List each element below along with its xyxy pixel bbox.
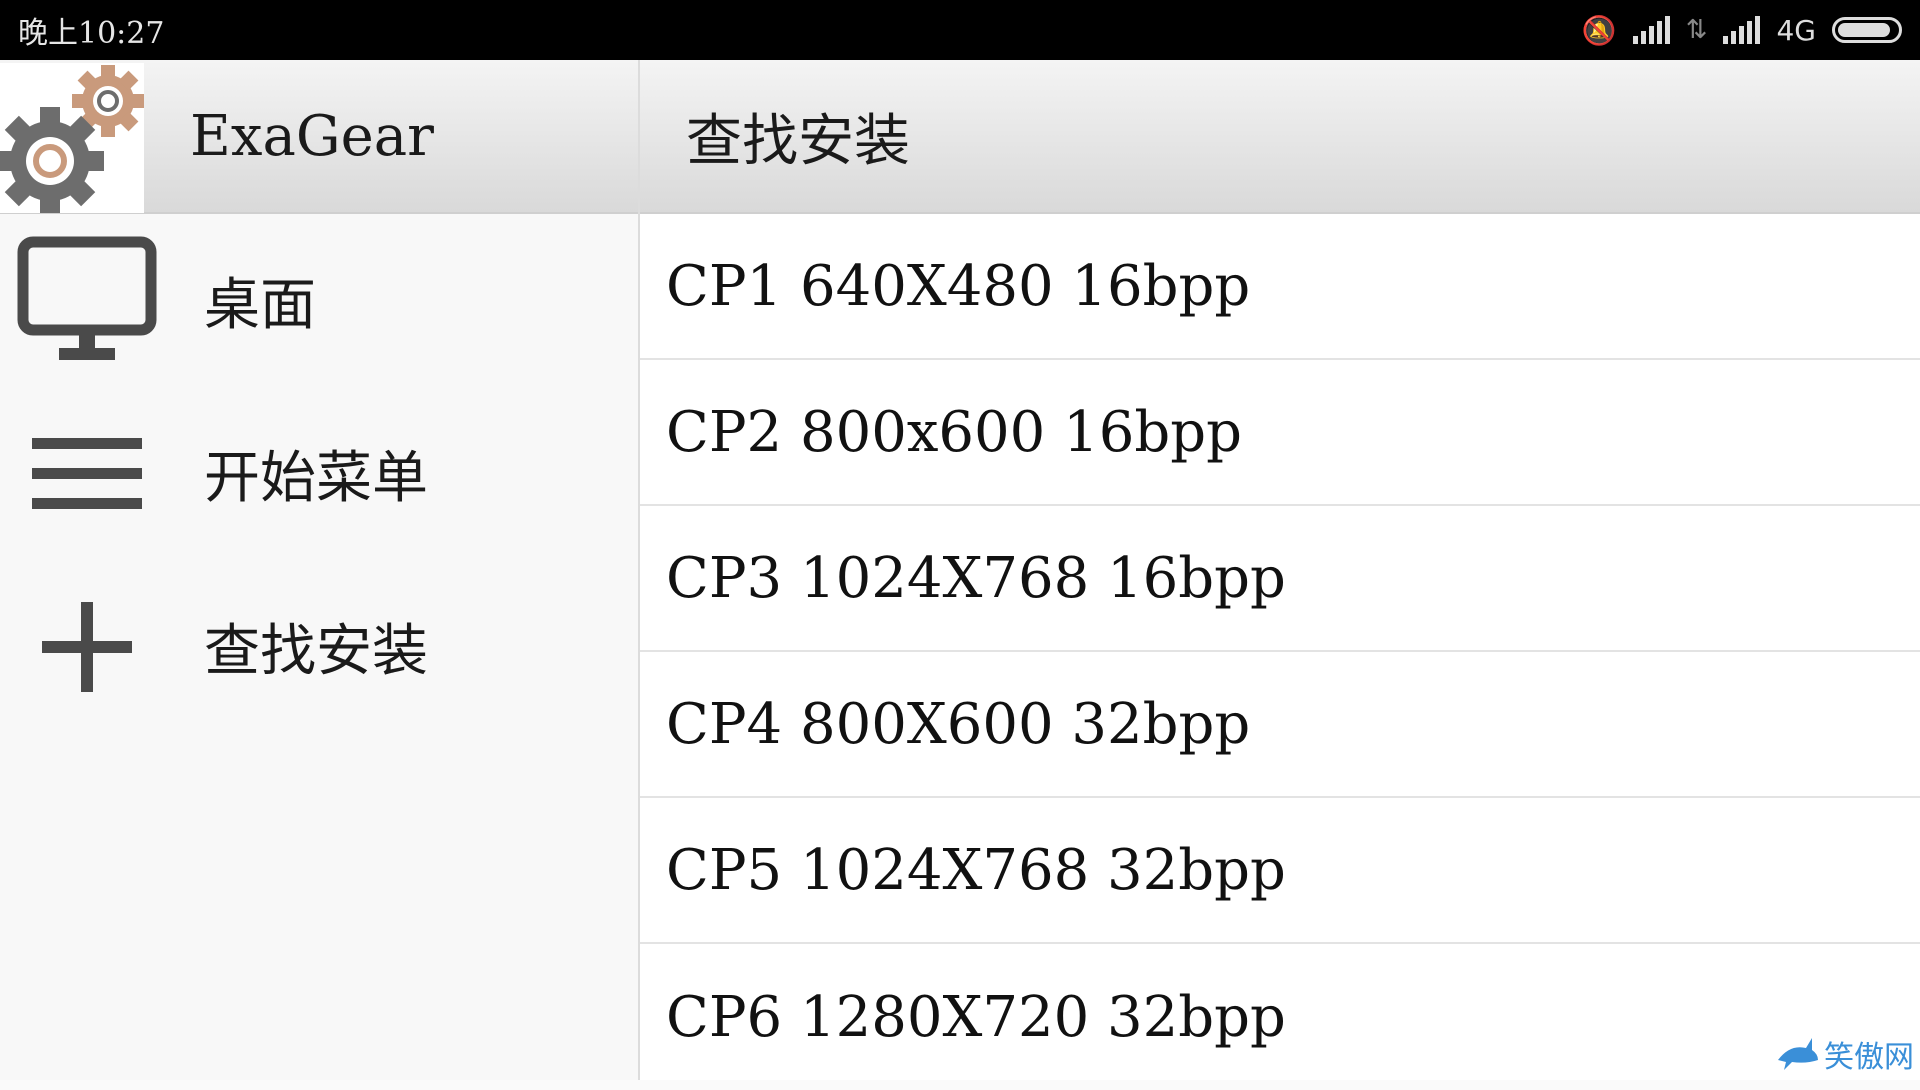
page-title: 查找安装	[686, 108, 910, 174]
list-item[interactable]: CP2 800x600 16bpp	[640, 360, 1920, 506]
nav-label-find-install: 查找安装	[204, 619, 428, 684]
shark-icon	[1778, 1038, 1818, 1070]
list-item[interactable]: CP3 1024X768 16bpp	[640, 506, 1920, 652]
nav-label-desktop: 桌面	[204, 273, 316, 338]
nav-label-start-menu: 开始菜单	[204, 446, 428, 511]
status-bar: 晚上10:27 🔕 ⇅ 4G	[0, 0, 1920, 60]
nav-item-desktop[interactable]: 桌面	[0, 214, 638, 387]
mute-icon: 🔕	[1581, 13, 1617, 47]
list-item[interactable]: CP5 1024X768 32bpp	[640, 798, 1920, 944]
battery-level	[1838, 23, 1891, 37]
list-item-label: CP4 800X600 32bpp	[666, 691, 1251, 757]
status-icons: 🔕 ⇅ 4G	[1582, 14, 1902, 47]
watermark: 笑傲网	[1776, 1032, 1914, 1076]
watermark-text: 笑傲网	[1824, 1040, 1914, 1075]
list-item[interactable]: CP1 640X480 16bpp	[640, 214, 1920, 360]
list-item-label: CP1 640X480 16bpp	[666, 253, 1251, 319]
drawer-header: ExaGear	[0, 60, 638, 215]
network-type: 4G	[1776, 13, 1816, 47]
list-item[interactable]: CP6 1280X720 32bpp	[640, 944, 1920, 1090]
list-item-label: CP2 800x600 16bpp	[666, 399, 1242, 465]
menu-icon	[0, 387, 174, 560]
list-item[interactable]: CP4 800X600 32bpp	[640, 652, 1920, 798]
main-header: 查找安装	[640, 60, 1920, 214]
main-panel: 查找安装 CP1 640X480 16bpp CP2 800x600 16bpp…	[640, 60, 1920, 1080]
plus-icon	[0, 560, 174, 733]
signal-icon	[1632, 16, 1670, 44]
nav-item-find-install[interactable]: 查找安装	[0, 560, 638, 733]
navigation-drawer: ExaGear 桌面 开始菜单 查找安装	[0, 60, 640, 1080]
app-title: ExaGear	[190, 103, 434, 169]
signal-icon-2	[1723, 16, 1761, 44]
data-arrows-icon: ⇅	[1685, 15, 1708, 45]
gears-icon	[0, 65, 144, 215]
list-item-label: CP3 1024X768 16bpp	[666, 545, 1286, 611]
status-time: 晚上10:27	[18, 16, 165, 51]
monitor-icon	[0, 214, 174, 387]
app-logo	[0, 63, 144, 215]
list-item-label: CP5 1024X768 32bpp	[666, 837, 1286, 903]
nav-item-start-menu[interactable]: 开始菜单	[0, 387, 638, 560]
battery-icon	[1832, 17, 1902, 43]
list-item-label: CP6 1280X720 32bpp	[666, 984, 1286, 1050]
